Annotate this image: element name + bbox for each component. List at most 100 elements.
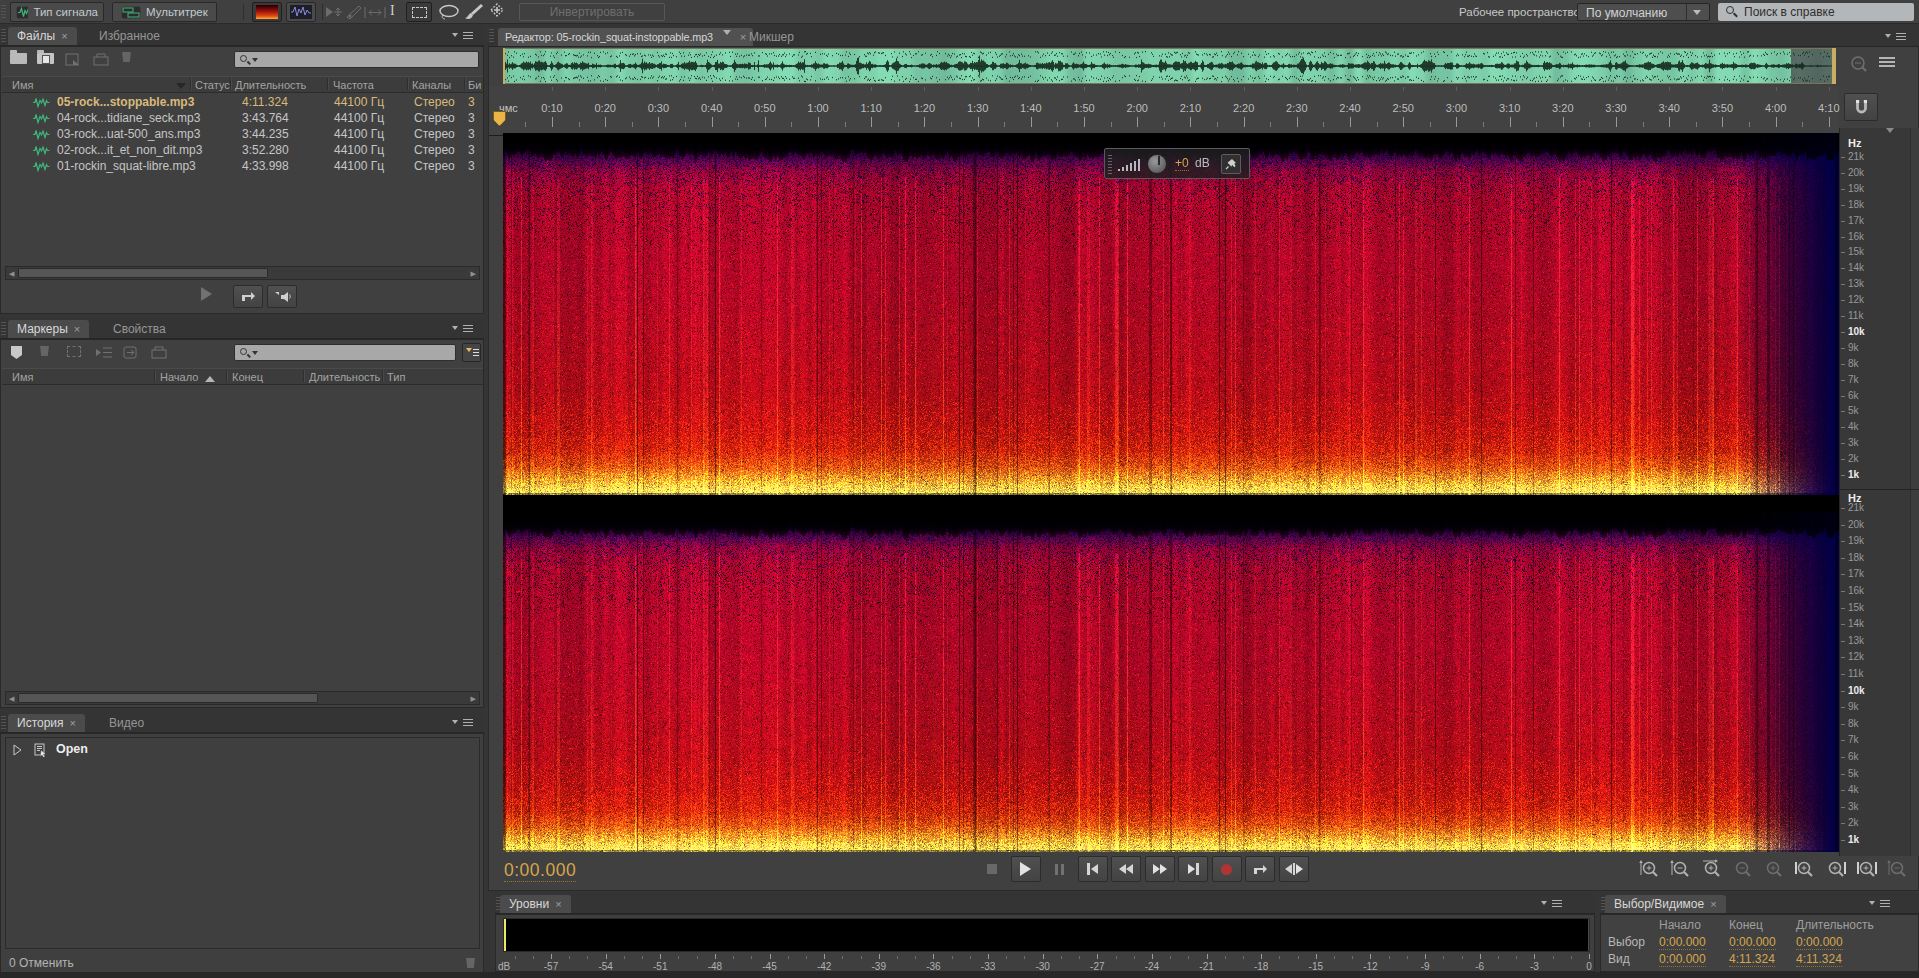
skip-start-button[interactable] — [1078, 856, 1108, 882]
zoom-out-vertical-button[interactable] — [1670, 859, 1692, 885]
selection-value[interactable]: 4:11.324 — [1796, 952, 1842, 967]
overview-menu-icon[interactable] — [1879, 57, 1895, 59]
selection-value[interactable]: 0:00.000 — [1659, 935, 1706, 950]
selection-panel-menu[interactable] — [1869, 898, 1891, 910]
multitrack-button[interactable]: Мультитрек — [112, 2, 217, 22]
loop-playback-button[interactable] — [1245, 856, 1275, 882]
new-file-button[interactable] — [65, 52, 83, 70]
marker-filter-button[interactable] — [462, 343, 481, 362]
snap-button[interactable] — [1844, 93, 1878, 121]
selection-value[interactable]: 0:00.000 — [1729, 935, 1776, 950]
file-row[interactable]: 05-rock...stoppable.mp34:11.32444100 ГцС… — [2, 94, 483, 110]
marker-merge-button[interactable] — [123, 345, 141, 363]
play-button[interactable] — [1011, 856, 1041, 882]
import-file-button[interactable] — [37, 53, 54, 64]
markers-table-header[interactable]: Имя Начало Конец Длительность Тип — [2, 368, 483, 385]
tab-markers-close[interactable]: × — [74, 323, 80, 335]
waveform-view-button[interactable]: Тип сигнала — [10, 2, 104, 22]
forward-button[interactable] — [1145, 856, 1175, 882]
tab-levels-close[interactable]: × — [555, 898, 561, 910]
help-search-box[interactable]: Поиск в справке — [1718, 3, 1914, 21]
zoom-in-left-button[interactable] — [1794, 859, 1816, 885]
skip-end-button[interactable] — [1178, 856, 1208, 882]
time-display[interactable]: 0:00.000 — [504, 860, 576, 882]
tab-history[interactable]: История× — [8, 714, 85, 732]
files-panel-menu[interactable] — [452, 30, 474, 42]
files-autoplay-button[interactable] — [267, 285, 297, 308]
tab-selection[interactable]: Выбор/Видимое× — [1605, 895, 1726, 913]
files-hscrollbar[interactable]: ◀▶ — [5, 266, 480, 280]
zoom-full-button[interactable] — [1887, 859, 1909, 885]
tab-files-close[interactable]: × — [61, 30, 67, 42]
zoom-in-right-button[interactable] — [1825, 859, 1847, 885]
record-button[interactable] — [1212, 856, 1242, 882]
hud-gain-value[interactable]: +0 — [1175, 156, 1189, 171]
spectral-display-button[interactable] — [252, 2, 282, 22]
freq-scale-arrow[interactable] — [1886, 128, 1894, 137]
zoom-selection-width-button[interactable] — [1856, 859, 1878, 885]
history-panel-menu[interactable] — [452, 717, 474, 729]
lasso-tool-icon[interactable] — [438, 4, 460, 24]
frequency-scale[interactable]: Hz21k20k19k18k17k16k15k14k13k12k11k10k9k… — [1839, 128, 1919, 856]
history-entry[interactable]: Open — [6, 741, 479, 759]
stop-button[interactable] — [977, 856, 1007, 882]
editor-panel-menu[interactable] — [1885, 31, 1907, 43]
file-row[interactable]: 03-rock...uat-500_ans.mp33:44.23544100 Г… — [2, 126, 483, 142]
markers-hscrollbar[interactable]: ◀▶ — [5, 691, 480, 705]
tab-files[interactable]: Файлы× — [8, 27, 77, 45]
file-row[interactable]: 04-rock...tidiane_seck.mp33:43.76444100 … — [2, 110, 483, 126]
hud-pin-button[interactable] — [1221, 154, 1241, 174]
zoom-selection-button[interactable] — [1763, 859, 1785, 885]
hud-gain-knob[interactable] — [1147, 154, 1167, 174]
marquee-tool-button[interactable] — [406, 2, 432, 22]
files-table-header[interactable]: Имя Статус Длительность Частота Каналы Б… — [2, 76, 483, 93]
markers-search-box[interactable] — [234, 344, 456, 361]
skip-selection-button[interactable] — [1279, 856, 1309, 882]
tab-selection-close[interactable]: × — [1710, 898, 1716, 910]
file-row[interactable]: 01-rockin_squat-libre.mp34:33.99844100 Г… — [2, 158, 483, 174]
open-file-button[interactable] — [10, 53, 27, 64]
tab-mixer[interactable]: Микшер — [740, 28, 803, 46]
waveform-overview-strip[interactable] — [503, 48, 1836, 84]
files-play-button[interactable] — [201, 287, 212, 301]
rewind-button[interactable] — [1111, 856, 1141, 882]
invert-button[interactable]: Инвертировать — [519, 3, 665, 21]
tab-favorites[interactable]: Избранное — [90, 27, 169, 45]
markers-panel-menu[interactable] — [452, 323, 474, 335]
razor-tool-icon[interactable] — [344, 4, 364, 24]
tab-markers[interactable]: Маркеры× — [8, 320, 89, 338]
waveform-display-button[interactable] — [286, 2, 316, 22]
move-tool-icon[interactable] — [324, 5, 346, 23]
files-trash-button[interactable] — [121, 52, 132, 62]
level-meter[interactable] — [503, 918, 1590, 952]
files-search-box[interactable] — [234, 51, 479, 68]
selection-value[interactable]: 4:11.324 — [1729, 952, 1775, 967]
spectrogram-display[interactable] — [503, 133, 1839, 852]
zoom-in-vertical-button[interactable] — [1639, 859, 1661, 885]
tab-video[interactable]: Видео — [100, 714, 153, 732]
history-trash-button[interactable] — [465, 958, 476, 968]
ibeam-tool-icon[interactable]: I — [390, 3, 395, 19]
levels-panel-menu[interactable] — [1541, 898, 1563, 910]
hud-panel[interactable]: +0 dB — [1104, 148, 1250, 179]
file-row[interactable]: 02-rock...it_et_non_dit.mp33:52.28044100… — [2, 142, 483, 158]
tab-editor[interactable]: Редактор: 05-rockin_squat-instoppable.mp… — [498, 28, 753, 46]
selection-value[interactable]: 0:00.000 — [1659, 952, 1706, 967]
overview-zoomout-icon[interactable] — [1849, 55, 1869, 79]
marker-insert-button[interactable] — [95, 345, 113, 363]
files-loop-button[interactable] — [233, 285, 263, 308]
marker-trash-button[interactable] — [39, 346, 50, 356]
pause-button[interactable] — [1044, 856, 1074, 882]
tab-properties[interactable]: Свойства — [104, 320, 175, 338]
add-marker-button[interactable] — [10, 345, 23, 364]
marker-range-button[interactable] — [67, 346, 81, 357]
insert-multitrack-button[interactable] — [93, 52, 111, 70]
healing-brush-icon[interactable] — [487, 3, 507, 24]
zoom-out-horizontal-button[interactable] — [1732, 859, 1754, 885]
marker-export-button[interactable] — [151, 345, 169, 363]
selection-value[interactable]: 0:00.000 — [1796, 935, 1843, 950]
tab-history-close[interactable]: × — [70, 717, 76, 729]
timeline-ruler[interactable]: чмс 0:100:200:300:400:501:001:101:201:30… — [489, 86, 1839, 136]
workspace-dropdown[interactable]: По умолчанию — [1577, 3, 1710, 21]
zoom-in-horizontal-button[interactable] — [1701, 859, 1723, 885]
